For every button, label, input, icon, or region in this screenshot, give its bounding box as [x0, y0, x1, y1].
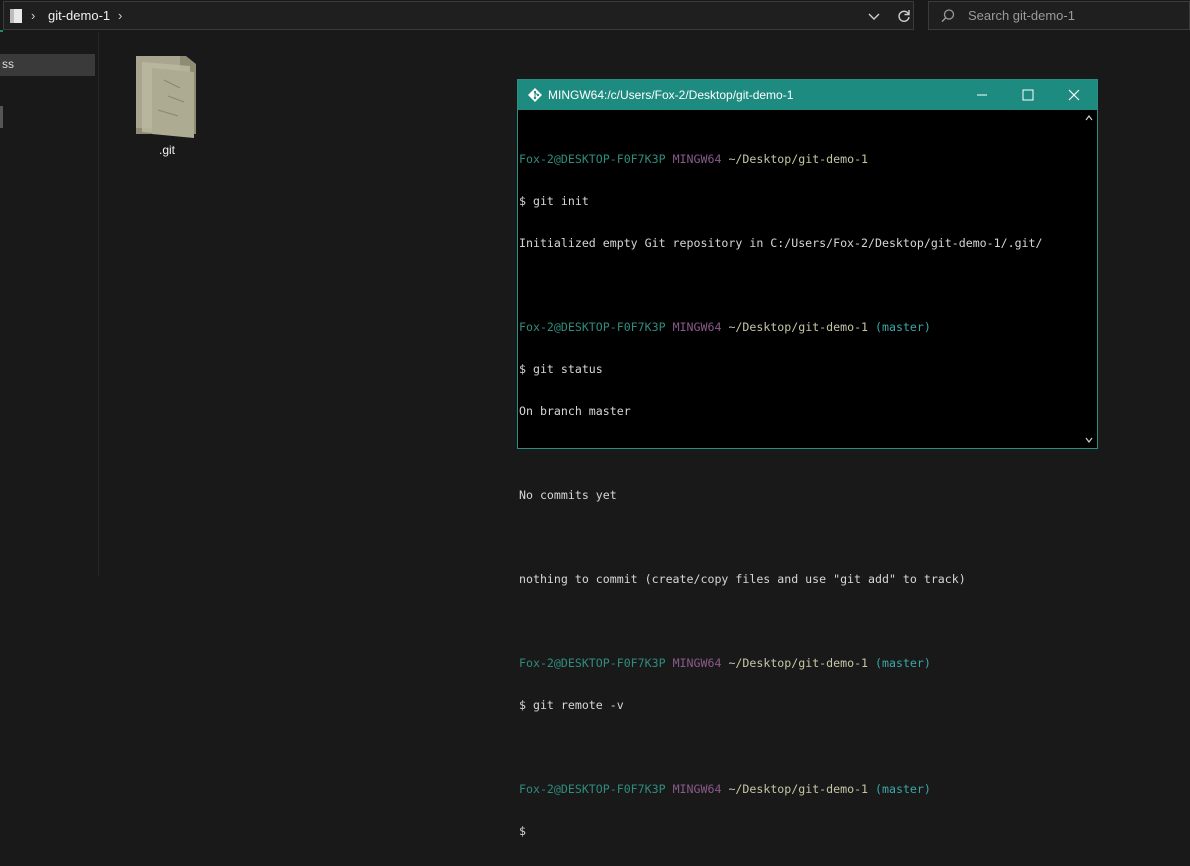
nav-item-label: ss: [2, 57, 14, 71]
chevron-down-icon[interactable]: [864, 6, 884, 26]
file-item[interactable]: .git: [128, 50, 206, 160]
terminal-scrollbar[interactable]: [1083, 112, 1095, 446]
folder-icon: [136, 56, 196, 138]
minimize-icon[interactable]: [959, 80, 1005, 110]
command-line: $ git remote -v: [519, 698, 624, 712]
terminal-title: MINGW64:/c/Users/Fox-2/Desktop/git-demo-…: [548, 88, 794, 102]
command-line: $: [519, 824, 526, 838]
maximize-icon[interactable]: [1005, 80, 1051, 110]
search-icon: [941, 9, 955, 23]
explorer-toolbar: › git-demo-1 › Search git-demo-1: [0, 0, 1190, 32]
command-line: $ git status: [519, 362, 603, 376]
prompt-line: Fox-2@DESKTOP-F0F7K3P MINGW64 ~/Desktop/…: [519, 320, 931, 334]
output-line: Initialized empty Git repository in C:/U…: [519, 236, 1043, 250]
output-line: nothing to commit (create/copy files and…: [519, 572, 966, 586]
prompt-line: Fox-2@DESKTOP-F0F7K3P MINGW64 ~/Desktop/…: [519, 656, 931, 670]
chevron-right-icon[interactable]: ›: [31, 8, 35, 23]
folder-icon: [10, 9, 22, 23]
prompt-line: Fox-2@DESKTOP-F0F7K3P MINGW64 ~/Desktop/…: [519, 152, 869, 166]
nav-item-selected[interactable]: ss: [0, 54, 95, 76]
nav-scroll-marker[interactable]: [0, 106, 3, 128]
terminal-titlebar[interactable]: MINGW64:/c/Users/Fox-2/Desktop/git-demo-…: [518, 80, 1097, 110]
breadcrumb-item[interactable]: git-demo-1: [48, 8, 110, 23]
navigation-pane[interactable]: ss: [0, 32, 99, 576]
chevron-right-icon[interactable]: ›: [118, 8, 122, 23]
prompt-line: Fox-2@DESKTOP-F0F7K3P MINGW64 ~/Desktop/…: [519, 782, 931, 796]
address-bar[interactable]: › git-demo-1 ›: [3, 1, 914, 30]
output-line: On branch master: [519, 404, 631, 418]
scroll-down-icon[interactable]: [1083, 434, 1095, 446]
command-line: $ git init: [519, 194, 589, 208]
output-line: No commits yet: [519, 488, 617, 502]
search-placeholder: Search git-demo-1: [968, 8, 1075, 23]
scroll-up-icon[interactable]: [1083, 112, 1095, 124]
close-icon[interactable]: [1051, 80, 1097, 110]
file-name: .git: [158, 143, 175, 157]
terminal-window[interactable]: MINGW64:/c/Users/Fox-2/Desktop/git-demo-…: [517, 79, 1098, 838]
search-box[interactable]: Search git-demo-1: [928, 1, 1190, 30]
terminal-output[interactable]: Fox-2@DESKTOP-F0F7K3P MINGW64 ~/Desktop/…: [519, 124, 1079, 838]
git-icon: [528, 88, 542, 102]
refresh-icon[interactable]: [894, 6, 914, 26]
